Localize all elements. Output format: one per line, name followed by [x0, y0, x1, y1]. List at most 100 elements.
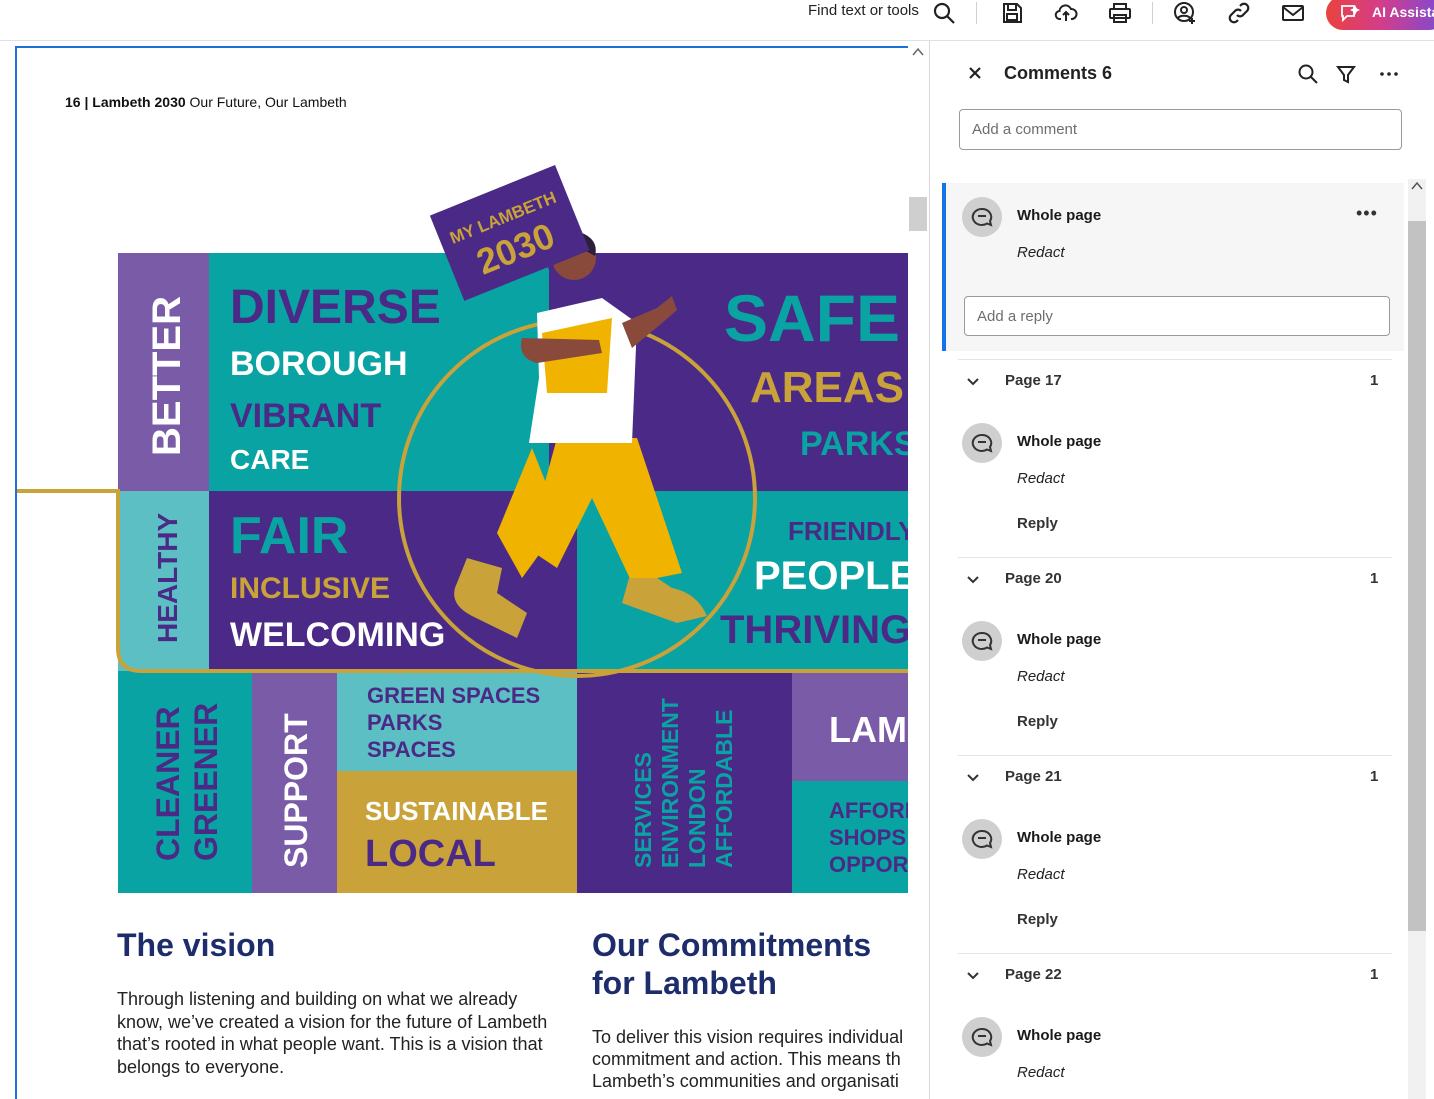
word-thriving: THRIVING	[720, 608, 911, 652]
word-lam: LAM	[829, 709, 907, 750]
comment-bubble-icon	[971, 631, 993, 651]
add-reply-input[interactable]	[964, 296, 1390, 336]
reply-link[interactable]: Reply	[1017, 515, 1058, 532]
divider	[958, 557, 1392, 558]
word-services: SERVICES	[630, 752, 656, 868]
avatar	[962, 1017, 1002, 1057]
word-friendly: FRIENDLY	[788, 516, 915, 546]
comment-bubble-icon	[971, 1027, 993, 1047]
pdf-viewer-app: Find text or tools AI Assistant	[0, 0, 1434, 1099]
avatar	[962, 423, 1002, 463]
toolbar-separator	[1152, 2, 1153, 24]
comment-group-header[interactable]: Page 22 1	[960, 966, 1380, 996]
document-scrollbar-thumb[interactable]	[909, 197, 927, 231]
share-user-icon[interactable]	[1173, 1, 1197, 25]
comment-title[interactable]: Whole page	[1017, 1027, 1101, 1044]
comment-bubble-icon	[971, 829, 993, 849]
word-areas: AREAS	[750, 363, 904, 412]
word-safe: SAFE	[724, 281, 900, 355]
comment-bubble-icon	[971, 433, 993, 453]
group-page-label: Page 22	[1005, 966, 1062, 983]
link-icon[interactable]	[1227, 1, 1251, 25]
word-affordable: AFFORDABLE	[711, 710, 737, 868]
word-environment: ENVIRONMENT	[657, 698, 683, 868]
group-page-label: Page 17	[1005, 372, 1062, 389]
commitments-line-2: commitment and action. This means th	[592, 1049, 901, 1069]
word-parks: PARKS	[800, 425, 915, 463]
vision-heading: The vision	[117, 927, 276, 963]
scroll-up-arrow-icon[interactable]	[1411, 181, 1423, 191]
word-support: SUPPORT	[278, 713, 314, 868]
toolbar-separator	[976, 2, 977, 24]
group-count: 1	[1370, 372, 1379, 389]
comment-body: Redact	[1017, 866, 1065, 883]
group-count: 1	[1370, 966, 1379, 983]
group-page-label: Page 20	[1005, 570, 1062, 587]
word-greener: GREENER	[188, 703, 224, 861]
ai-assistant-button[interactable]: AI Assistant	[1326, 0, 1434, 30]
add-comment-input[interactable]	[959, 109, 1402, 150]
save-icon[interactable]	[1000, 1, 1024, 25]
more-options-icon[interactable]	[1378, 63, 1400, 85]
divider	[958, 953, 1392, 954]
reply-link[interactable]: Reply	[1017, 713, 1058, 730]
word-spaces: SPACES	[367, 737, 456, 762]
word-healthy: HEALTHY	[152, 513, 183, 643]
comment-title: Whole page	[1017, 207, 1102, 224]
search-icon[interactable]	[932, 1, 956, 25]
chevron-down-icon[interactable]	[967, 377, 979, 387]
comment-title[interactable]: Whole page	[1017, 433, 1101, 450]
search-icon[interactable]	[1297, 63, 1319, 85]
comment-body: Redact	[1017, 1064, 1065, 1081]
comment-bubble-icon	[971, 207, 993, 227]
comment-body: Redact	[1017, 470, 1065, 487]
word-local: LOCAL	[365, 833, 496, 875]
ai-assistant-icon	[1341, 4, 1360, 22]
word-inclusive: INCLUSIVE	[230, 572, 390, 605]
filter-icon[interactable]	[1335, 63, 1357, 85]
lambeth-2030-illustration: BETTER HEALTHY CLEANER GREENER SUPPORT S…	[17, 165, 915, 893]
comment-group-header[interactable]: Page 17 1	[960, 372, 1380, 402]
comment-title[interactable]: Whole page	[1017, 829, 1101, 846]
comments-panel: Comments 6 Whole page ••• Redact Page 17…	[930, 41, 1434, 1099]
word-people: PEOPLE	[754, 554, 915, 598]
comment-more-icon[interactable]: •••	[1356, 203, 1378, 224]
active-comment-card[interactable]: Whole page ••• Redact	[942, 183, 1404, 351]
group-count: 1	[1370, 768, 1379, 785]
word-oppor: OPPOR	[829, 852, 909, 877]
pdf-page[interactable]: 16 | Lambeth 2030 Our Future, Our Lambet…	[15, 46, 915, 1099]
comments-scrollbar-thumb[interactable]	[1408, 221, 1426, 931]
comment-group-header[interactable]: Page 21 1	[960, 768, 1380, 798]
word-better: BETTER	[145, 296, 189, 456]
comment-body: Redact	[1017, 668, 1065, 685]
reply-link[interactable]: Reply	[1017, 911, 1058, 928]
comment-title[interactable]: Whole page	[1017, 631, 1101, 648]
word-shops: SHOPS	[829, 825, 906, 850]
comment-group-header[interactable]: Page 20 1	[960, 570, 1380, 600]
document-viewer[interactable]: 16 | Lambeth 2030 Our Future, Our Lambet…	[0, 41, 930, 1099]
word-vibrant: VIBRANT	[230, 397, 381, 435]
print-icon[interactable]	[1108, 1, 1132, 25]
divider	[958, 359, 1392, 360]
upload-cloud-icon[interactable]	[1054, 1, 1078, 25]
word-parks-2: PARKS	[367, 710, 442, 735]
comment-body: Redact	[1017, 244, 1065, 261]
word-london: LONDON	[684, 768, 710, 868]
chevron-down-icon[interactable]	[967, 971, 979, 981]
commitments-line-1: To deliver this vision requires individu…	[592, 1027, 904, 1047]
commitments-heading-line-1: Our Commitments	[592, 927, 872, 963]
divider	[958, 755, 1392, 756]
word-care: CARE	[230, 444, 309, 475]
word-sustainable: SUSTAINABLE	[365, 796, 548, 826]
find-text-label[interactable]: Find text or tools	[808, 2, 919, 19]
chevron-down-icon[interactable]	[967, 575, 979, 585]
vision-paragraph: Through listening and building on what w…	[117, 989, 548, 1077]
word-cleaner: CLEANER	[150, 706, 186, 861]
scroll-up-arrow-icon[interactable]	[912, 47, 924, 57]
close-icon[interactable]	[967, 65, 983, 81]
chevron-down-icon[interactable]	[967, 773, 979, 783]
mail-icon[interactable]	[1281, 1, 1305, 25]
group-page-label: Page 21	[1005, 768, 1062, 785]
avatar	[962, 819, 1002, 859]
word-diverse: DIVERSE	[230, 281, 441, 334]
